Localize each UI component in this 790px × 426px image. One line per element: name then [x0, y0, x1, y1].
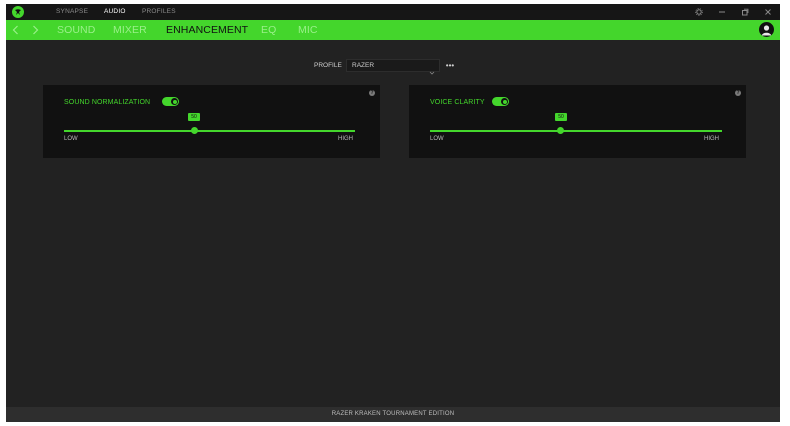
sound-normalization-value-badge: 50 — [188, 113, 200, 121]
voice-clarity-slider-thumb[interactable] — [557, 127, 564, 134]
gear-icon[interactable] — [692, 4, 706, 20]
razer-logo-icon — [12, 6, 24, 18]
app-window: SYNAPSE AUDIO PROFILES SOUND MIXER ENHAN… — [6, 4, 780, 422]
top-tab-audio[interactable]: AUDIO — [104, 4, 126, 20]
tab-mixer[interactable]: MIXER — [113, 20, 147, 40]
voice-clarity-panel: VOICE CLARITY ? 50 LOW HIGH — [409, 85, 746, 158]
sound-normalization-toggle[interactable] — [162, 97, 179, 106]
forward-arrow-icon[interactable] — [29, 20, 41, 40]
profile-label: PROFILE — [314, 62, 342, 69]
help-icon[interactable]: ? — [735, 90, 741, 96]
sound-normalization-title: SOUND NORMALIZATION — [64, 99, 151, 106]
section-nav-bar: SOUND MIXER ENHANCEMENT EQ MIC — [6, 20, 780, 40]
help-icon[interactable]: ? — [369, 90, 375, 96]
profile-dropdown[interactable]: RAZER — [346, 59, 440, 75]
slider-high-label: HIGH — [338, 136, 353, 142]
tab-mic[interactable]: MIC — [298, 20, 318, 40]
voice-clarity-title: VOICE CLARITY — [430, 99, 485, 106]
sound-normalization-panel: SOUND NORMALIZATION ? 50 LOW HIGH — [43, 85, 380, 158]
top-tab-profiles[interactable]: PROFILES — [142, 4, 176, 20]
tab-sound[interactable]: SOUND — [57, 20, 95, 40]
voice-clarity-toggle[interactable] — [492, 97, 509, 106]
minimize-icon[interactable] — [715, 4, 729, 20]
sound-normalization-slider-track[interactable] — [64, 130, 355, 132]
sound-normalization-slider-thumb[interactable] — [191, 127, 198, 134]
voice-clarity-slider-track[interactable] — [430, 130, 722, 132]
voice-clarity-value-badge: 50 — [555, 113, 567, 121]
title-bar: SYNAPSE AUDIO PROFILES — [6, 4, 780, 20]
back-arrow-icon[interactable] — [9, 20, 21, 40]
device-name-footer: RAZER KRAKEN TOURNAMENT EDITION — [6, 407, 780, 422]
slider-high-label: HIGH — [704, 136, 719, 142]
slider-low-label: LOW — [64, 136, 78, 142]
tab-eq[interactable]: EQ — [261, 20, 276, 40]
profile-more-button[interactable]: ••• — [444, 59, 456, 72]
user-avatar-icon[interactable] — [759, 22, 774, 37]
maximize-icon[interactable] — [738, 4, 752, 20]
profile-selected-value: RAZER — [352, 62, 375, 69]
slider-low-label: LOW — [430, 136, 444, 142]
chevron-down-icon — [429, 63, 435, 81]
close-icon[interactable] — [761, 4, 775, 20]
tab-enhancement[interactable]: ENHANCEMENT — [166, 20, 248, 40]
top-tab-synapse[interactable]: SYNAPSE — [56, 4, 88, 20]
